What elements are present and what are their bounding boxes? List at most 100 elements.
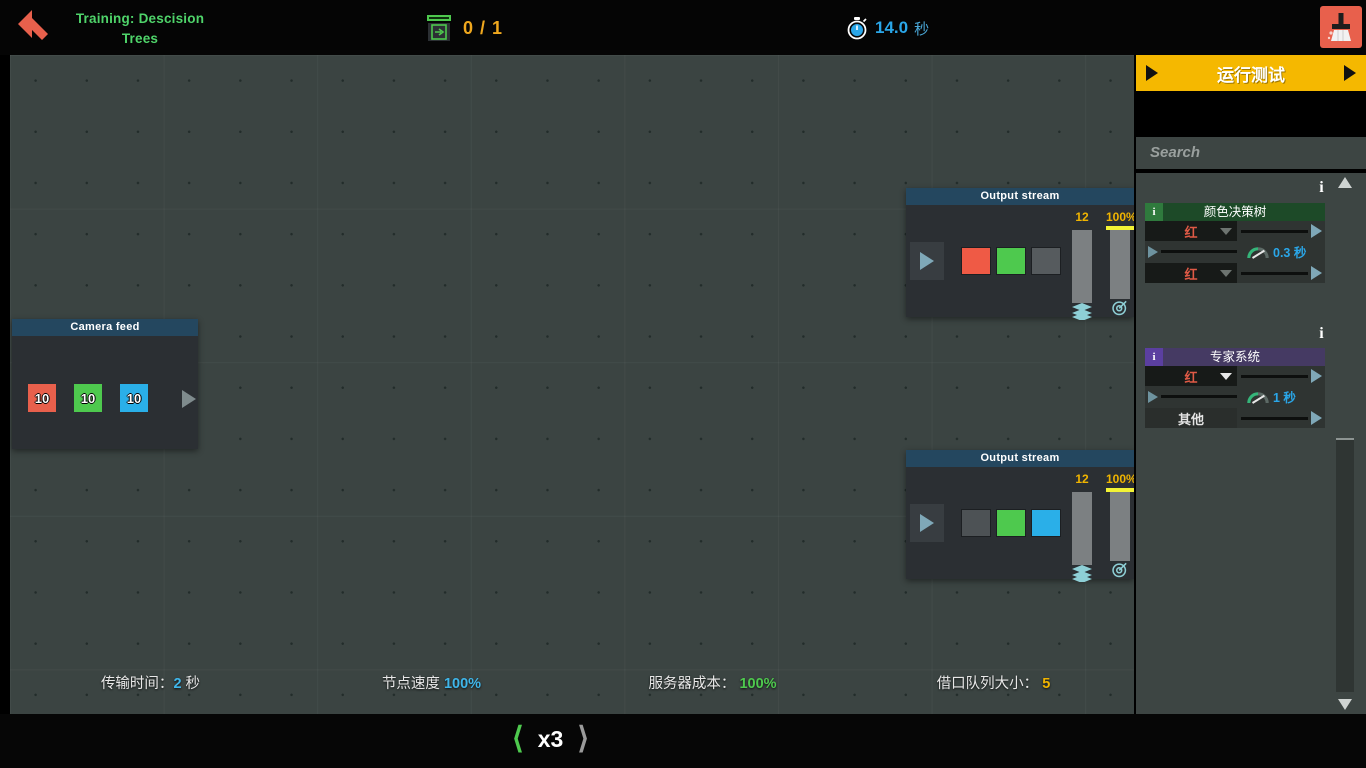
camera-chip: 10 [120, 384, 148, 412]
speed-value: x3 [537, 725, 564, 752]
node-card-header: i 专家系统 [1145, 348, 1325, 366]
node-row-top: 红 [1145, 221, 1325, 241]
stat-value: 5 [1042, 676, 1051, 692]
game-screen: Training: Descision Trees 0 / 1 14.0 秒 C… [0, 0, 1366, 768]
target-icon [1106, 561, 1134, 583]
node-speed-value: 1 秒 [1273, 391, 1296, 405]
output-stream-title: Output stream [906, 450, 1134, 467]
info-icon[interactable]: i [1317, 177, 1326, 199]
node-card-color-decision-tree[interactable]: i 颜色决策树 红 0.3 秒 红 [1145, 203, 1325, 283]
output-stream-panel[interactable]: Output stream 12 100% [906, 188, 1134, 321]
node-library: i i 颜色决策树 红 0.3 秒 红 i i 专家系统 红 1 秒 其他 [1136, 173, 1366, 714]
stat-server-cost: 服务器成本： 100% [572, 672, 853, 702]
output-chip [961, 509, 991, 537]
node-title: 颜色决策树 [1203, 205, 1267, 219]
output-count-label: 12 [1075, 472, 1089, 486]
output-percent-label: 100% [1106, 472, 1134, 486]
run-test-button[interactable]: 运行测试 [1136, 55, 1366, 91]
chevron-down-icon [1220, 372, 1232, 380]
objective-counter-value: 0 / 1 [463, 17, 504, 38]
chevron-down-icon [1220, 227, 1232, 235]
scroll-up-arrow-icon[interactable] [1338, 177, 1352, 188]
run-test-label: 运行测试 [1217, 65, 1285, 85]
scrollbar-track[interactable] [1336, 195, 1354, 692]
page-title: Training: Descision Trees [60, 9, 220, 49]
title-line-1: Training: Descision [75, 11, 205, 26]
gauge-icon [1247, 391, 1269, 404]
camera-feed-title: Camera feed [12, 319, 198, 336]
camera-feed-output-port[interactable] [172, 380, 206, 418]
library-scrollbar[interactable] [1336, 173, 1354, 714]
bottom-bar: ⟨ x3 ⟩ Scheme name : 基础节点 自定义节点 [0, 714, 1366, 768]
stat-value: 100% [443, 676, 482, 692]
node-library-list: i i 颜色决策树 红 0.3 秒 红 i i 专家系统 红 1 秒 其他 [1136, 173, 1334, 714]
node-row-middle: 0.3 秒 [1145, 241, 1325, 263]
speed-control: ⟨ x3 ⟩ [512, 724, 589, 754]
output-count-bar [1072, 492, 1092, 565]
node-row-top: 红 [1145, 366, 1325, 386]
node-condition-value: 红 [1184, 369, 1198, 385]
layers-icon [1068, 565, 1096, 587]
stat-label: 节点速度 [381, 676, 444, 692]
timer: 14.0 秒 [845, 16, 929, 40]
node-condition-dropdown-top[interactable]: 红 [1145, 366, 1237, 386]
camera-chip: 10 [74, 384, 102, 412]
output-chip [1031, 247, 1061, 275]
output-stream-input-port[interactable] [910, 242, 944, 280]
output-chip [961, 247, 991, 275]
node-output-top[interactable] [1237, 221, 1325, 241]
arrow-up-left-icon[interactable] [14, 10, 50, 46]
objective-counter: 0 / 1 [425, 14, 503, 42]
output-count-bar [1072, 230, 1092, 303]
node-row-middle: 1 秒 [1145, 386, 1325, 408]
output-percent-label: 100% [1106, 210, 1134, 224]
camera-feed-panel[interactable]: Camera feed 10 10 10 [12, 319, 198, 449]
node-info-badge[interactable]: i [1145, 348, 1163, 366]
stat-node-speed: 节点速度 100% [291, 672, 572, 702]
node-canvas[interactable]: Camera feed 10 10 10 Output stream 12 10… [10, 55, 1134, 714]
output-percent-bar [1110, 492, 1130, 561]
gauge-icon [1247, 246, 1269, 259]
node-input-port[interactable] [1148, 391, 1158, 403]
node-output-top[interactable] [1237, 366, 1325, 386]
camera-chip: 10 [28, 384, 56, 412]
title-line-2: Trees [121, 31, 159, 46]
output-chip [1031, 509, 1061, 537]
node-output-bottom[interactable] [1237, 408, 1325, 428]
chevron-right-icon[interactable]: ⟩ [577, 724, 589, 754]
output-stream-panel[interactable]: Output stream 12 100% [906, 450, 1134, 583]
scrollbar-thumb[interactable] [1336, 195, 1354, 440]
node-condition-value: 红 [1184, 266, 1198, 282]
stat-label: 传输时间： [100, 676, 174, 692]
output-stream-title: Output stream [906, 188, 1134, 205]
node-input-port[interactable] [1148, 246, 1158, 258]
stat-value: 100% [739, 676, 777, 692]
scroll-down-arrow-icon[interactable] [1338, 699, 1352, 710]
output-percent-bar [1110, 230, 1130, 299]
output-chip [996, 247, 1026, 275]
stat-label: 借口队列大小： [936, 676, 1043, 692]
node-condition-dropdown-top[interactable]: 红 [1145, 221, 1237, 241]
info-icon[interactable]: i [1317, 323, 1326, 345]
level-exit-icon [425, 14, 453, 42]
brush-icon[interactable] [1320, 6, 1362, 48]
output-stream-input-port[interactable] [910, 504, 944, 542]
output-count-label: 12 [1075, 210, 1089, 224]
stat-value: 2 [173, 676, 182, 692]
node-card-expert-system[interactable]: i 专家系统 红 1 秒 其他 [1145, 348, 1325, 428]
node-condition-value: 其他 [1177, 411, 1204, 427]
chevron-left-icon[interactable]: ⟨ [512, 724, 524, 754]
timer-value: 14.0 [875, 18, 909, 37]
stats-bar: 传输时间：2 秒 节点速度 100% 服务器成本： 100% 借口队列大小： 5 [10, 672, 1134, 702]
node-row-bottom: 其他 [1145, 408, 1325, 428]
stat-queue-size: 借口队列大小： 5 [853, 672, 1134, 702]
node-info-badge[interactable]: i [1145, 203, 1163, 221]
stopwatch-icon [845, 16, 869, 40]
node-title: 专家系统 [1209, 350, 1260, 364]
node-condition-dropdown-bottom[interactable]: 其他 [1145, 408, 1237, 428]
play-icon [1146, 65, 1158, 81]
stat-unit: 秒 [181, 676, 201, 692]
search-input[interactable]: Search [1136, 137, 1366, 169]
node-condition-dropdown-bottom[interactable]: 红 [1145, 263, 1237, 283]
node-output-bottom[interactable] [1237, 263, 1325, 283]
